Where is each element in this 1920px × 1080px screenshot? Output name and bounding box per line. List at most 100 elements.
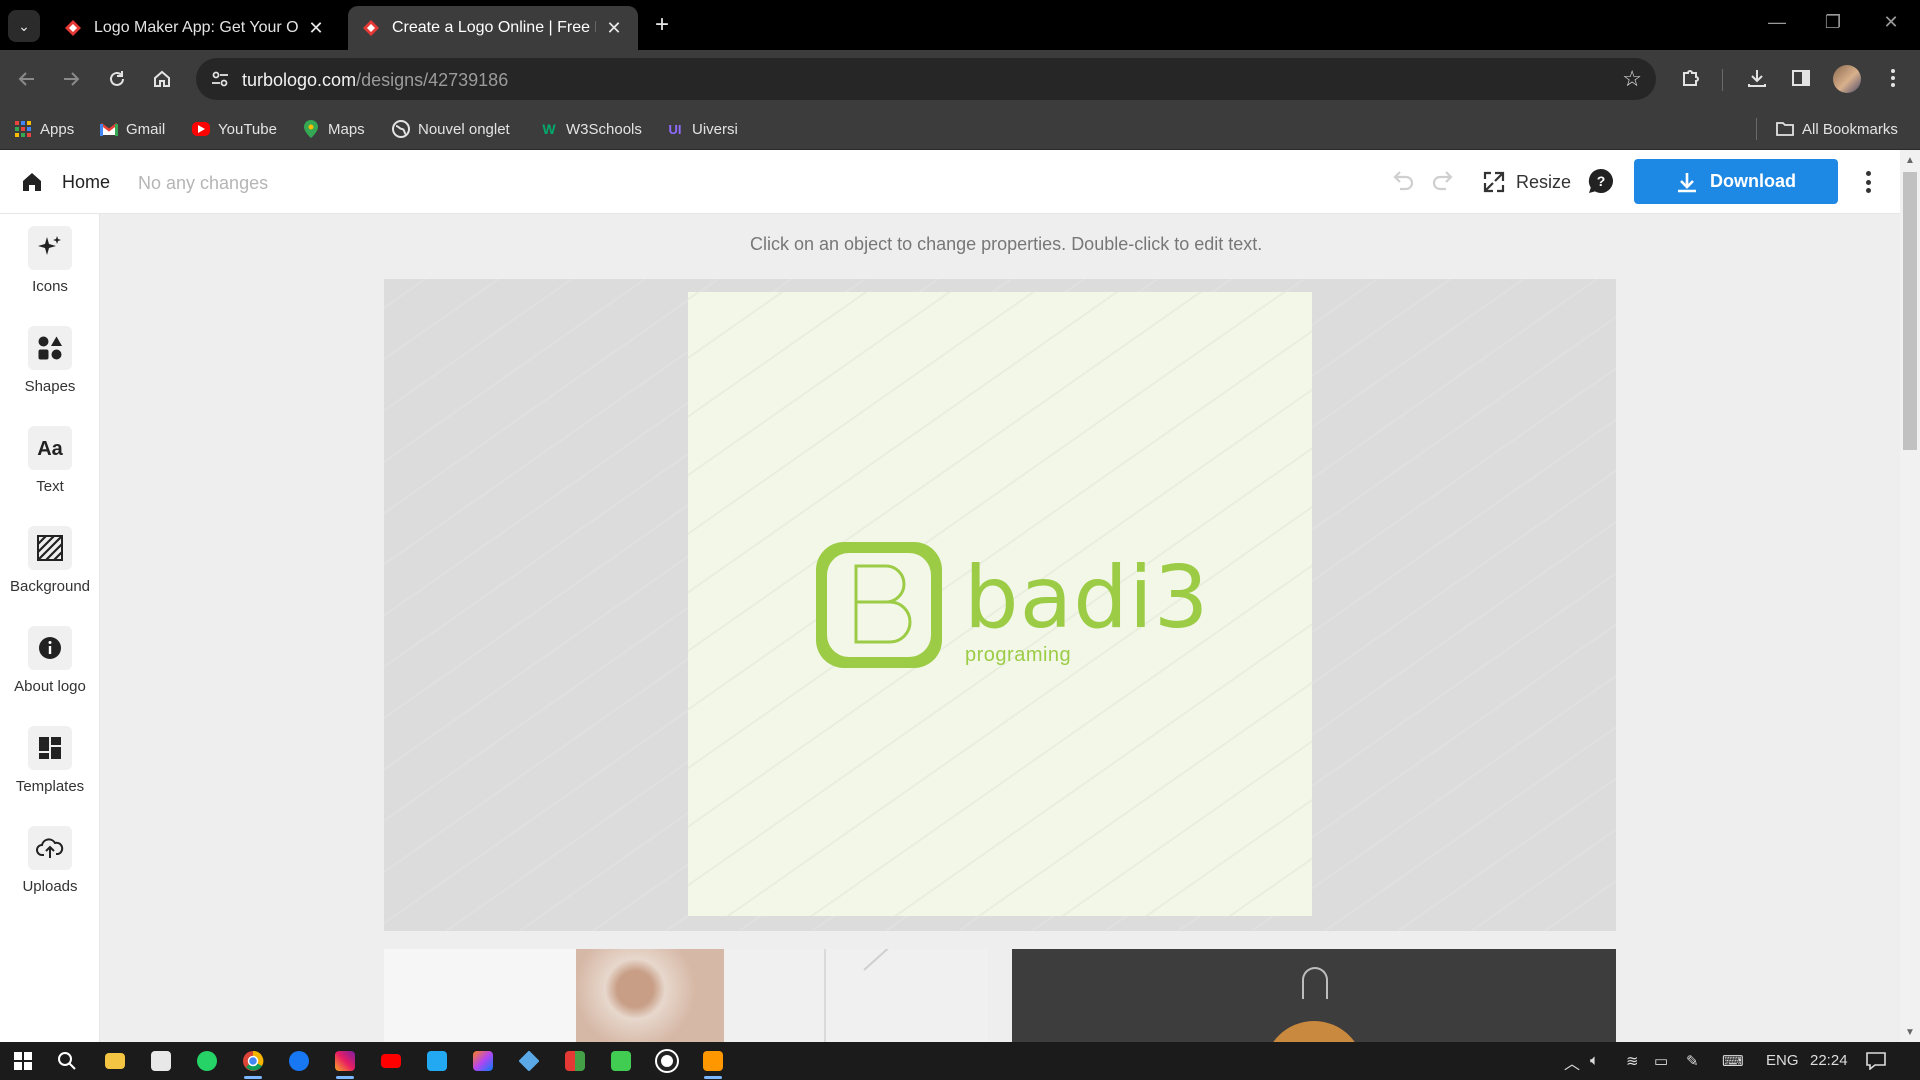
wifi-icon[interactable]: ≋	[1626, 1052, 1639, 1070]
tray-chevron-icon[interactable]: ︿	[1564, 1050, 1580, 1074]
tab-title: Logo Maker App: Get Your Own	[94, 19, 298, 36]
browser-menu-button[interactable]	[1878, 63, 1908, 93]
bookmark-uiversi[interactable]: UI Uiversi	[666, 118, 738, 140]
template-preview-marble[interactable]	[384, 949, 988, 1042]
sidebar-item-label: Text	[36, 478, 64, 495]
store-icon[interactable]	[146, 1046, 176, 1076]
home-outline-icon	[154, 70, 170, 87]
help-chat-icon[interactable]: ?	[1588, 168, 1614, 194]
tab-close-icon[interactable]: ✕	[306, 18, 326, 39]
sidebar-item-label: Shapes	[24, 378, 76, 395]
vscode-icon[interactable]	[422, 1046, 452, 1076]
bookmark-star-icon[interactable]: ☆	[1622, 66, 1642, 92]
bookmark-youtube[interactable]: YouTube	[192, 118, 277, 140]
jetbrains-icon[interactable]	[468, 1046, 498, 1076]
redo-icon[interactable]	[1430, 168, 1458, 196]
resize-button[interactable]: Resize	[1482, 166, 1571, 198]
download-button[interactable]: Download	[1634, 159, 1838, 204]
scroll-up-arrow-icon[interactable]: ▲	[1903, 154, 1917, 168]
more-options-icon[interactable]	[1856, 168, 1880, 196]
undo-icon[interactable]	[1388, 168, 1416, 196]
windows-start-icon[interactable]	[8, 1046, 38, 1076]
new-tab-button[interactable]: +	[650, 10, 674, 40]
all-bookmarks-button[interactable]: All Bookmarks	[1776, 118, 1898, 140]
app-tiles-icon[interactable]	[560, 1046, 590, 1076]
sidebar-item-shapes[interactable]: Shapes	[0, 314, 100, 404]
site-settings-icon[interactable]	[210, 69, 230, 89]
profile-avatar[interactable]	[1833, 65, 1861, 93]
all-bookmarks-label: All Bookmarks	[1802, 120, 1898, 138]
search-icon[interactable]	[52, 1046, 82, 1076]
page-scrollbar-thumb[interactable]	[1903, 172, 1917, 450]
minimize-window-button[interactable]: —	[1762, 12, 1792, 33]
bookmarks-divider	[1756, 118, 1757, 140]
close-window-button[interactable]: ✕	[1876, 12, 1906, 33]
downloads-button[interactable]	[1742, 63, 1772, 93]
bookmark-nouvel-onglet[interactable]: Nouvel onglet	[392, 118, 510, 140]
bookmark-label: W3Schools	[566, 120, 642, 138]
clock-time[interactable]: 22:24	[1810, 1052, 1848, 1069]
resize-icon	[1483, 171, 1505, 193]
bookmark-gmail[interactable]: Gmail	[100, 118, 165, 140]
templates-icon	[28, 726, 72, 770]
sidebar-item-templates[interactable]: Templates	[0, 714, 100, 804]
design-stage: badi3 programing	[384, 279, 1616, 931]
side-panel-button[interactable]	[1786, 63, 1816, 93]
sparkle-icon	[28, 226, 72, 270]
forward-button[interactable]	[56, 64, 86, 94]
qt-creator-icon[interactable]	[606, 1046, 636, 1076]
back-button[interactable]	[12, 64, 42, 94]
obs-icon[interactable]	[652, 1046, 682, 1076]
template-preview-hanger[interactable]	[1012, 949, 1616, 1042]
file-explorer-icon[interactable]	[100, 1046, 130, 1076]
editor-workspace: Click on an object to change properties.…	[100, 214, 1900, 1042]
kebab-menu-icon	[1891, 69, 1895, 87]
toolbar-divider	[1722, 69, 1723, 91]
bookmark-maps[interactable]: Maps	[302, 118, 365, 140]
sidebar-item-uploads[interactable]: Uploads	[0, 814, 100, 904]
sidebar-item-label: Uploads	[22, 878, 78, 895]
keyboard-icon[interactable]: ⌨	[1722, 1052, 1744, 1070]
chrome-icon[interactable]	[238, 1046, 268, 1079]
logo-tagline-text[interactable]: programing	[965, 644, 1071, 667]
home-link[interactable]: Home	[62, 172, 110, 193]
reload-button[interactable]	[102, 64, 132, 94]
battery-icon[interactable]: ▭	[1654, 1052, 1668, 1070]
volume-icon[interactable]: 🔈︎	[1590, 1052, 1599, 1069]
address-bar[interactable]: turbologo.com/designs/42739186 ☆	[196, 58, 1656, 100]
youtube-icon	[192, 122, 210, 136]
restore-window-button[interactable]: ❐	[1818, 12, 1848, 33]
youtube-app-icon[interactable]	[376, 1046, 406, 1076]
tab-close-icon[interactable]: ✕	[604, 18, 624, 39]
globe-icon	[392, 120, 410, 138]
logo-canvas[interactable]: badi3 programing	[688, 292, 1312, 916]
language-indicator[interactable]: ENG	[1766, 1052, 1799, 1069]
sidebar-item-text[interactable]: Aa Text	[0, 414, 100, 504]
save-status-text: No any changes	[138, 173, 269, 193]
facebook-icon[interactable]	[284, 1046, 314, 1076]
browser-tab-logo-maker[interactable]: Logo Maker App: Get Your Own ✕	[50, 6, 340, 50]
whatsapp-icon[interactable]	[192, 1046, 222, 1076]
sublime-icon[interactable]	[698, 1046, 728, 1079]
info-icon	[28, 626, 72, 670]
bookmark-w3schools[interactable]: W W3Schools	[540, 118, 642, 140]
sidebar-item-icons[interactable]: Icons	[0, 214, 100, 304]
sidebar-item-background[interactable]: Background	[0, 514, 100, 604]
home-icon[interactable]	[20, 170, 44, 194]
editor-hint-text: Click on an object to change properties.…	[750, 234, 1263, 254]
tab-search-button[interactable]: ⌄	[8, 10, 40, 42]
shapes-icon	[28, 326, 72, 370]
extensions-button[interactable]	[1676, 63, 1706, 93]
logo-name-text[interactable]: badi3	[964, 548, 1210, 648]
download-arrow-icon	[1678, 172, 1696, 192]
remote-tool-icon[interactable]	[514, 1046, 544, 1076]
home-button[interactable]	[147, 64, 177, 94]
sidebar-item-about-logo[interactable]: About logo	[0, 614, 100, 704]
instagram-icon[interactable]	[330, 1046, 360, 1079]
notifications-icon[interactable]	[1866, 1052, 1886, 1074]
pen-icon[interactable]: ✎	[1686, 1052, 1699, 1070]
scroll-down-arrow-icon[interactable]: ▼	[1903, 1026, 1917, 1040]
logo-b-mark-icon[interactable]	[816, 542, 942, 668]
bookmark-apps[interactable]: Apps	[14, 118, 74, 140]
browser-tab-create-logo[interactable]: Create a Logo Online | Free Log ✕	[348, 6, 638, 50]
